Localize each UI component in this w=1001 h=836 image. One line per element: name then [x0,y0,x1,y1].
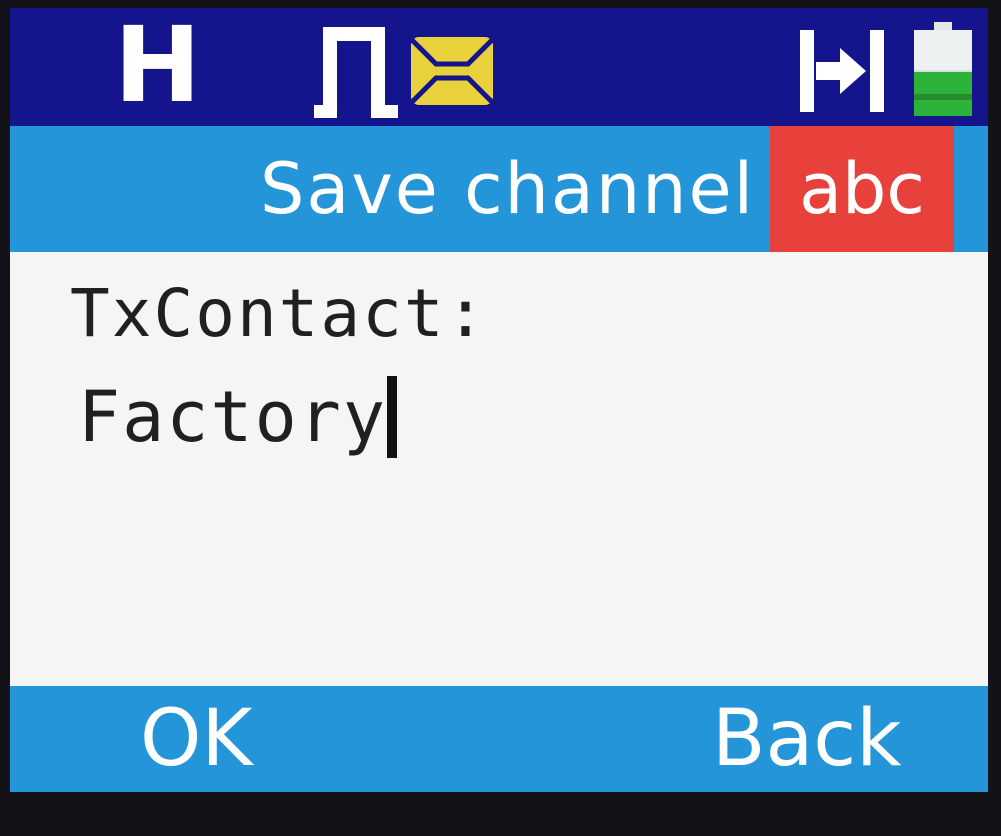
ok-softkey[interactable]: OK [140,692,253,786]
back-softkey[interactable]: Back [712,692,901,786]
field-label: TxContact: [70,275,488,352]
message-icon [407,33,497,109]
edit-area: TxContact: Factory [10,252,988,686]
wave-icon [314,27,398,118]
power-level-indicator: H [114,8,202,126]
radio-screen: H Save channel abc TxContact: Factory OK… [10,8,988,792]
status-bar: H [10,8,988,126]
field-value[interactable]: Factory [78,375,387,459]
header-edge [954,126,988,252]
screen-title: Save channel [260,148,756,230]
text-cursor [387,376,398,458]
battery-icon [914,22,972,116]
input-mode-badge: abc [770,126,954,252]
text-input[interactable]: Factory [78,372,398,462]
softkey-bar: OK Back [10,686,988,792]
header-bar: Save channel abc [10,126,988,252]
power-toggle-icon [800,30,884,112]
